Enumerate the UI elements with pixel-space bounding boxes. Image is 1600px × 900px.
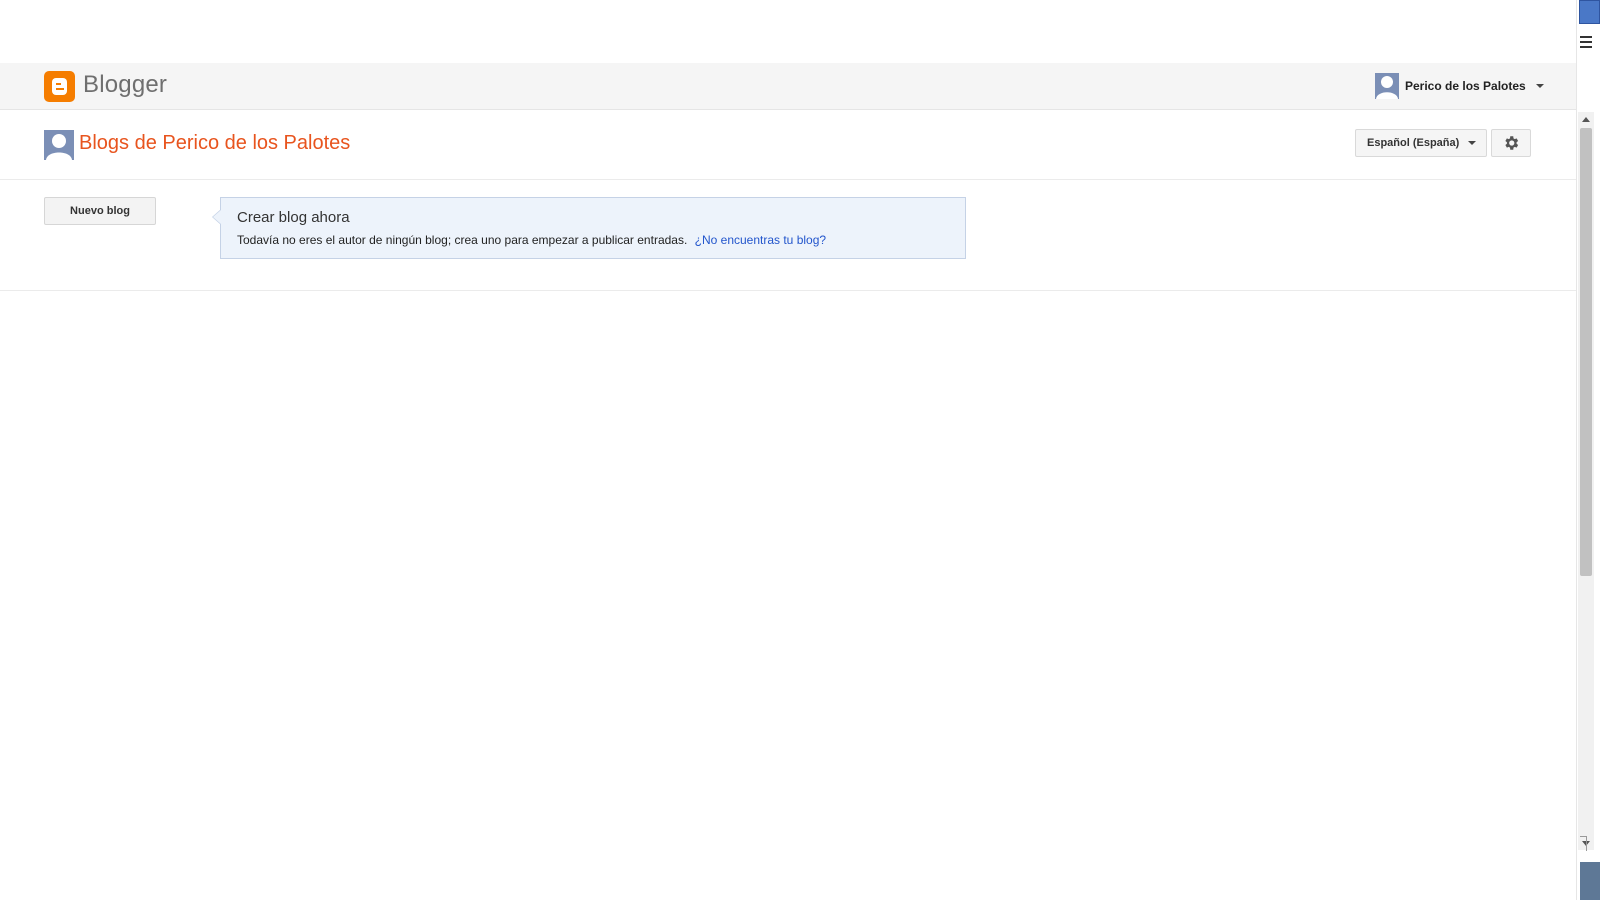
chevron-down-icon (1468, 141, 1477, 145)
scroll-up-arrow-icon[interactable] (1578, 112, 1594, 126)
blogger-logo-icon[interactable] (44, 71, 75, 102)
app-header: Blogger Perico de los Palotes (0, 63, 1576, 110)
account-name: Perico de los Palotes (1405, 79, 1526, 93)
create-blog-callout: Crear blog ahora Todavía no eres el auto… (212, 197, 966, 259)
top-blank-area (0, 0, 1576, 63)
callout-text: Todavía no eres el autor de ningún blog;… (237, 233, 826, 247)
blogs-content: Nuevo blog Crear blog ahora Todavía no e… (0, 180, 1576, 291)
language-select[interactable]: Español (España) (1355, 129, 1487, 157)
extension-icon[interactable] (1579, 0, 1600, 24)
callout-title: Crear blog ahora (237, 209, 350, 226)
settings-button[interactable] (1491, 129, 1531, 157)
scrollbar-thumb[interactable] (1580, 128, 1592, 576)
resize-mark (1580, 836, 1587, 851)
language-label: Español (España) (1367, 137, 1460, 149)
new-blog-button[interactable]: Nuevo blog (44, 197, 156, 225)
avatar-icon (1375, 73, 1399, 99)
gear-icon (1505, 136, 1519, 150)
callout-message: Todavía no eres el autor de ningún blog;… (237, 233, 688, 247)
account-menu[interactable]: Perico de los Palotes (1375, 72, 1544, 100)
find-blog-link[interactable]: ¿No encuentras tu blog? (695, 233, 826, 247)
chevron-down-icon (1535, 84, 1544, 88)
vertical-scrollbar[interactable] (1578, 112, 1594, 850)
taskbar-corner (1580, 862, 1600, 900)
avatar-icon (44, 130, 74, 160)
page-title-row: Blogs de Perico de los Palotes Español (… (0, 110, 1576, 180)
brand-name[interactable]: Blogger (83, 71, 167, 99)
menu-icon[interactable] (1580, 36, 1592, 48)
page-title: Blogs de Perico de los Palotes (79, 132, 351, 154)
